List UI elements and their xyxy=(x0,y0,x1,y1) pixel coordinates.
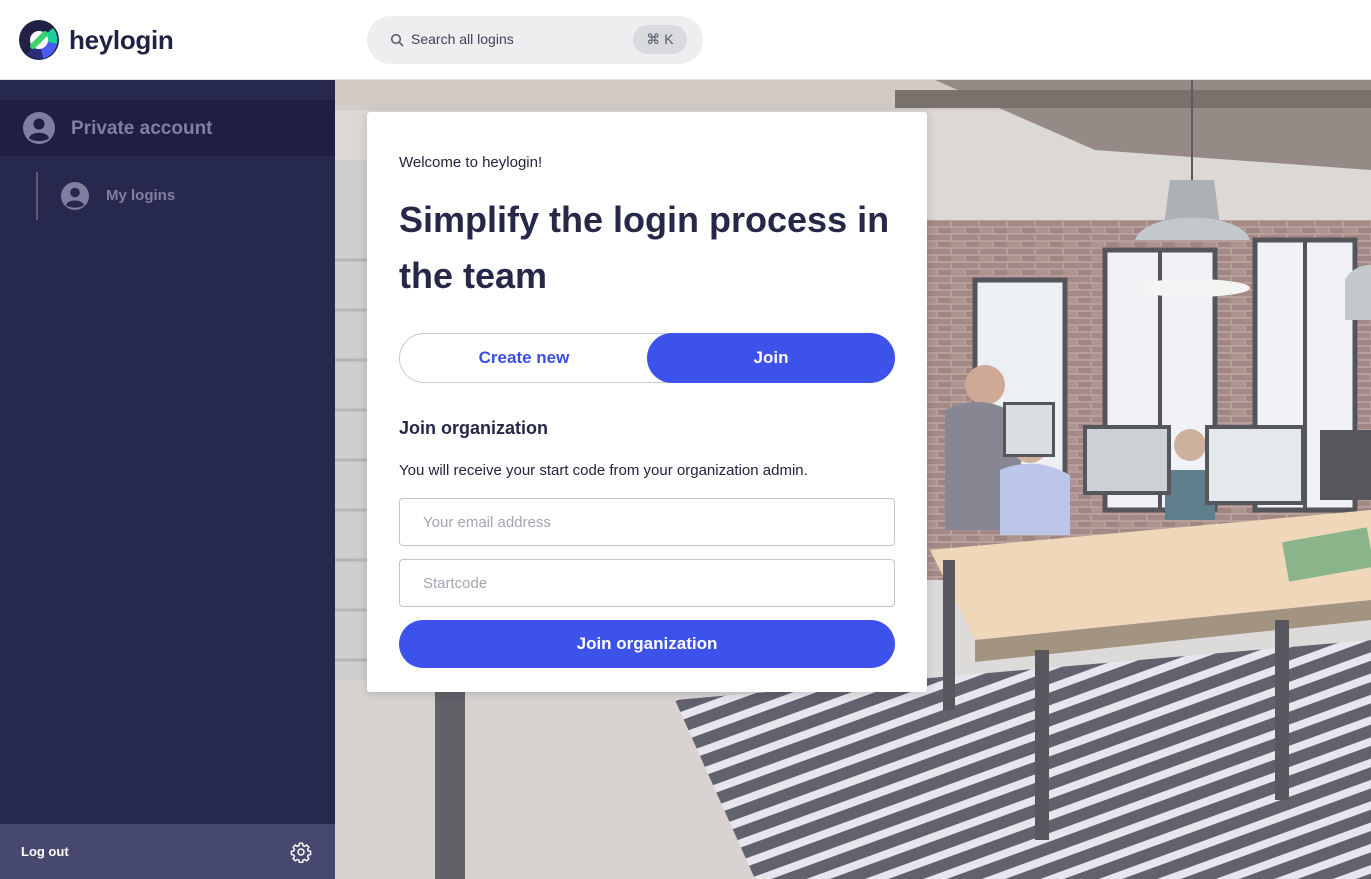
search-icon xyxy=(390,33,404,47)
section-description: You will receive your start code from yo… xyxy=(399,462,808,479)
search-placeholder[interactable]: Search all logins xyxy=(411,31,514,47)
user-circle-icon xyxy=(61,182,89,210)
heylogin-logo-icon xyxy=(19,20,59,60)
tab-join[interactable]: Join xyxy=(647,333,895,383)
startcode-field[interactable] xyxy=(399,559,895,607)
logout-button[interactable]: Log out xyxy=(21,844,69,859)
app-name: heylogin xyxy=(69,24,174,55)
sidebar-footer: Log out xyxy=(0,824,335,879)
sidebar-item-my-logins[interactable]: My logins xyxy=(60,180,310,212)
top-bar: heylogin Search all logins ⌘ K xyxy=(0,0,1371,80)
sidebar-item-private-account[interactable]: Private account xyxy=(0,100,335,156)
sidebar-item-label: Private account xyxy=(71,118,213,139)
tab-create-new[interactable]: Create new xyxy=(400,334,648,382)
gear-icon[interactable] xyxy=(290,841,312,863)
email-field[interactable] xyxy=(399,498,895,546)
sidebar: Private account My logins Log out xyxy=(0,80,335,879)
welcome-text: Welcome to heylogin! xyxy=(399,154,543,171)
user-circle-icon xyxy=(23,112,55,144)
search-shortcut-badge: ⌘ K xyxy=(633,25,687,54)
section-title: Join organization xyxy=(399,418,549,438)
join-organization-button[interactable]: Join organization xyxy=(399,620,895,668)
sidebar-item-label: My logins xyxy=(106,187,176,204)
mode-toggle: Create new Join xyxy=(399,333,895,383)
page-title: Simplify the login process in the team xyxy=(399,199,890,296)
tree-connector xyxy=(36,172,38,220)
app-logo[interactable]: heylogin xyxy=(19,20,174,60)
onboarding-card: Welcome to heylogin! Simplify the login … xyxy=(367,112,927,692)
